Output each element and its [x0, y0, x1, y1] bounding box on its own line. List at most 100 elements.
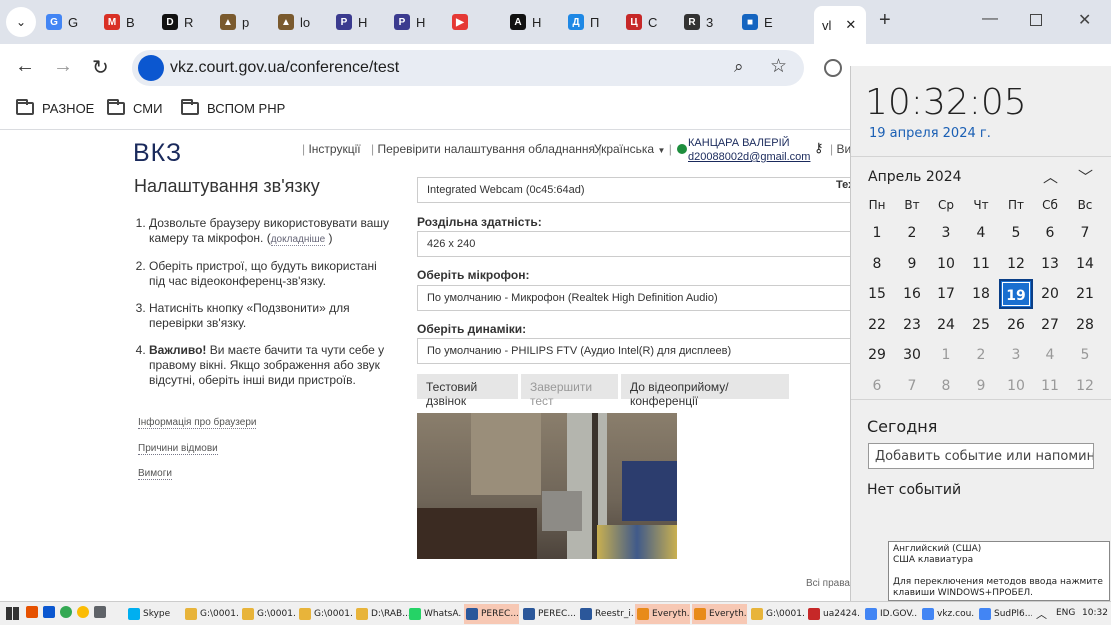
calendar-day[interactable]: 25 [964, 310, 998, 340]
calendar-day[interactable]: 11 [964, 249, 998, 279]
calendar-day[interactable]: 12 [1068, 371, 1102, 401]
browser-tab[interactable]: ЦС [626, 6, 678, 38]
browser-tab[interactable]: GG [46, 6, 98, 38]
taskbar-item[interactable]: Everyth... [692, 604, 747, 624]
reload-button[interactable]: ↻ [92, 55, 109, 80]
browser-tab[interactable]: DR [162, 6, 214, 38]
close-tab-icon[interactable]: ✕ [845, 17, 856, 33]
close-window-button[interactable]: ✕ [1078, 10, 1091, 30]
next-month-icon[interactable]: ﹀ [1078, 166, 1093, 187]
calendar-day[interactable]: 9 [964, 371, 998, 401]
user-info[interactable]: КАНЦАРА ВАЛЕРІЙ d20088002d@gmail.com [688, 136, 810, 164]
calendar-day[interactable]: 1 [860, 218, 894, 248]
app-icon[interactable] [94, 606, 106, 618]
minimize-button[interactable]: — [982, 10, 998, 28]
calendar-day[interactable]: 23 [895, 310, 929, 340]
browser-tab[interactable]: ▲ lo [278, 6, 330, 38]
calendar-day[interactable]: 24 [929, 310, 963, 340]
browser-tab[interactable]: ▶ [452, 6, 504, 38]
calendar-day[interactable]: 21 [1068, 279, 1102, 309]
url-text[interactable]: vkz.court.gov.ua/conference/test [170, 59, 399, 77]
browser-tab[interactable]: PH [336, 6, 388, 38]
forward-button[interactable]: → [53, 55, 73, 78]
tab-search-button[interactable]: ⌄ [6, 7, 36, 37]
calendar-day[interactable]: 28 [1068, 310, 1102, 340]
browser-tab[interactable]: AH [510, 6, 562, 38]
camera-select[interactable]: Integrated Webcam (0c45:64ad) [417, 177, 857, 203]
go-to-conference-button[interactable]: До відеоприйому/конференції [621, 374, 789, 408]
calendar-day[interactable]: 4 [1033, 340, 1067, 370]
extensions-icon[interactable] [824, 59, 842, 77]
site-info-icon[interactable] [138, 55, 164, 81]
calendar-day-today[interactable]: 19 [999, 279, 1033, 309]
taskbar-item[interactable]: D:\RAB... [354, 604, 409, 624]
taskbar-item[interactable]: ua2424... [806, 604, 861, 624]
language-select[interactable]: Українська [594, 142, 654, 156]
taskbar-item[interactable]: PEREC... [464, 604, 519, 624]
app-icon[interactable] [43, 606, 55, 618]
calendar-day[interactable]: 6 [1033, 218, 1067, 248]
language-indicator[interactable]: ENG [1056, 608, 1075, 618]
refusal-reasons-link[interactable]: Причини відмови [138, 443, 218, 455]
calendar-day[interactable]: 5 [1068, 340, 1102, 370]
app-icon[interactable] [26, 606, 38, 618]
calendar-day[interactable]: 9 [895, 249, 929, 279]
calendar-day[interactable]: 15 [860, 279, 894, 309]
taskbar-item[interactable]: G:\0001... [297, 604, 352, 624]
taskbar-item[interactable]: SudPl6... [977, 604, 1032, 624]
browser-tab[interactable]: ▲ p [220, 6, 272, 38]
calendar-day[interactable]: 17 [929, 279, 963, 309]
previous-month-icon[interactable]: ︿ [1043, 166, 1058, 187]
calendar-day[interactable]: 12 [999, 249, 1033, 279]
calendar-day[interactable]: 3 [929, 218, 963, 248]
calendar-day[interactable]: 26 [999, 310, 1033, 340]
end-test-button[interactable]: Завершити тест [521, 374, 618, 408]
calendar-day[interactable]: 11 [1033, 371, 1067, 401]
calendar-day[interactable]: 22 [860, 310, 894, 340]
calendar-day[interactable]: 8 [860, 249, 894, 279]
browser-tab[interactable]: R3 [684, 6, 736, 38]
calendar-day[interactable]: 2 [964, 340, 998, 370]
flyout-date[interactable]: 19 апреля 2024 г. [869, 126, 991, 141]
zoom-icon[interactable]: ⌕ [734, 57, 744, 77]
nav-instructions[interactable]: Інструкції [308, 142, 360, 156]
chrome-icon[interactable] [77, 606, 89, 618]
calendar-day[interactable]: 30 [895, 340, 929, 370]
browser-tab[interactable]: MB [104, 6, 156, 38]
taskbar-item[interactable]: G:\0001... [749, 604, 804, 624]
calendar-day[interactable]: 27 [1033, 310, 1067, 340]
browser-tab[interactable]: PH [394, 6, 446, 38]
more-link[interactable]: докладніше [270, 234, 326, 246]
nav-logout[interactable]: Ви [836, 142, 851, 156]
taskbar-clock[interactable]: 10:32 [1082, 608, 1108, 618]
calendar-day[interactable]: 10 [999, 371, 1033, 401]
microphone-select[interactable]: По умолчанию - Микрофон (Realtek High De… [417, 285, 857, 311]
resolution-select[interactable]: 426 x 240 [417, 231, 857, 257]
nav-check-equipment[interactable]: Перевірити налаштування обладнання [377, 142, 595, 156]
taskbar-item[interactable]: G:\0001... [240, 604, 295, 624]
calendar-day[interactable]: 10 [929, 249, 963, 279]
taskbar-item[interactable]: Skype [126, 604, 181, 624]
calendar-day[interactable]: 14 [1068, 249, 1102, 279]
add-event-input[interactable]: Добавить событие или напоминание [868, 443, 1094, 469]
calendar-day[interactable]: 4 [964, 218, 998, 248]
calendar-day[interactable]: 29 [860, 340, 894, 370]
back-button[interactable]: ← [15, 55, 35, 78]
taskbar-item[interactable]: PEREC... [521, 604, 576, 624]
taskbar-item[interactable]: G:\0001... [183, 604, 238, 624]
browser-tab[interactable]: ■ Е [742, 6, 794, 38]
calendar-day[interactable]: 13 [1033, 249, 1067, 279]
chrome-icon[interactable] [60, 606, 72, 618]
calendar-day[interactable]: 6 [860, 371, 894, 401]
calendar-day[interactable]: 8 [929, 371, 963, 401]
taskbar-item[interactable]: vkz.cou... [920, 604, 975, 624]
bookmark-folder[interactable]: СМИ [107, 99, 162, 116]
browser-tab[interactable]: vl ✕ [814, 6, 866, 44]
browser-tab[interactable]: ДП [568, 6, 620, 38]
key-icon[interactable]: ⚷ [814, 140, 824, 156]
calendar-day[interactable]: 16 [895, 279, 929, 309]
taskbar-item[interactable]: ID.GOV... [863, 604, 918, 624]
calendar-day[interactable]: 18 [964, 279, 998, 309]
browser-info-link[interactable]: Інформація про браузери [138, 417, 257, 429]
bookmark-folder[interactable]: РАЗНОЕ [16, 99, 94, 116]
